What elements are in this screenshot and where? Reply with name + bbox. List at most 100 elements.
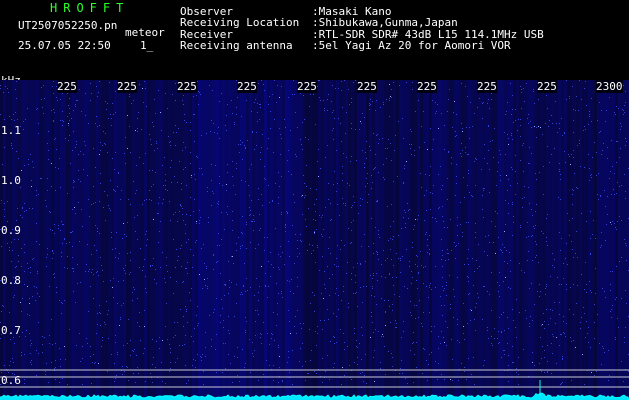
spectrogram-column bbox=[399, 80, 402, 400]
noise-speck bbox=[297, 310, 298, 311]
noise-speck bbox=[130, 260, 131, 261]
noise-speck bbox=[294, 94, 295, 95]
noise-speck bbox=[45, 374, 46, 375]
noise-speck bbox=[395, 135, 396, 136]
spectrogram-column bbox=[453, 80, 456, 400]
noise-speck bbox=[55, 167, 56, 168]
noise-speck bbox=[351, 123, 352, 124]
noise-speck bbox=[614, 112, 615, 113]
noise-speck bbox=[167, 190, 168, 191]
noise-speck bbox=[258, 314, 259, 315]
noise-speck bbox=[158, 242, 159, 243]
noise-speck bbox=[573, 340, 574, 341]
spectrogram-column bbox=[312, 80, 315, 400]
spectrogram-column bbox=[618, 80, 621, 400]
noise-speck bbox=[190, 249, 191, 250]
noise-speck bbox=[31, 180, 32, 181]
noise-speck bbox=[198, 323, 199, 324]
noise-speck bbox=[292, 94, 293, 95]
noise-speck bbox=[446, 295, 447, 296]
noise-speck bbox=[144, 200, 145, 201]
noise-speck bbox=[161, 130, 162, 131]
noise-speck bbox=[127, 343, 128, 344]
noise-speck bbox=[586, 292, 587, 293]
noise-speck bbox=[292, 225, 293, 226]
spectrogram-column bbox=[573, 80, 576, 400]
noise-speck bbox=[372, 182, 373, 183]
noise-speck bbox=[625, 138, 626, 139]
noise-speck bbox=[407, 288, 408, 289]
noise-speck bbox=[313, 219, 314, 220]
noise-speck bbox=[205, 285, 206, 286]
noise-speck bbox=[297, 127, 298, 128]
noise-speck bbox=[345, 203, 346, 204]
noise-speck bbox=[504, 350, 505, 351]
noise-speck bbox=[240, 144, 241, 145]
noise-speck bbox=[489, 169, 490, 170]
noise-speck bbox=[400, 368, 401, 369]
noise-speck bbox=[456, 164, 457, 165]
noise-speck bbox=[597, 194, 598, 195]
spectrogram-column bbox=[159, 80, 162, 400]
noise-speck bbox=[535, 173, 536, 174]
noise-speck bbox=[418, 215, 419, 216]
noise-speck bbox=[546, 237, 547, 238]
noise-speck bbox=[264, 250, 265, 251]
noise-speck bbox=[199, 274, 200, 275]
noise-speck bbox=[403, 331, 404, 332]
noise-speck bbox=[529, 147, 530, 148]
noise-speck bbox=[416, 255, 417, 256]
noise-speck bbox=[383, 336, 384, 337]
noise-speck bbox=[199, 220, 200, 221]
noise-speck bbox=[219, 176, 220, 177]
noise-speck bbox=[315, 124, 316, 125]
noise-speck bbox=[28, 159, 29, 160]
y-tick-0: 1.1 bbox=[1, 124, 21, 137]
noise-speck bbox=[584, 313, 585, 314]
spectrogram-column bbox=[294, 80, 297, 400]
noise-speck bbox=[483, 188, 484, 189]
noise-speck bbox=[612, 305, 613, 306]
noise-speck bbox=[50, 212, 51, 213]
noise-speck bbox=[327, 355, 328, 356]
noise-speck bbox=[232, 382, 233, 383]
noise-speck bbox=[56, 287, 57, 288]
noise-speck bbox=[392, 366, 393, 367]
noise-speck bbox=[588, 327, 589, 328]
noise-speck bbox=[70, 232, 71, 233]
noise-speck bbox=[482, 118, 483, 119]
noise-speck bbox=[21, 352, 22, 353]
noise-speck bbox=[626, 245, 627, 246]
noise-speck bbox=[281, 291, 282, 292]
noise-speck bbox=[245, 317, 246, 318]
noise-speck bbox=[552, 353, 553, 354]
noise-speck bbox=[586, 321, 587, 322]
noise-speck bbox=[185, 167, 186, 168]
noise-speck bbox=[130, 272, 131, 273]
noise-speck bbox=[385, 374, 386, 375]
noise-speck bbox=[122, 374, 123, 375]
noise-speck bbox=[445, 321, 446, 322]
noise-speck bbox=[625, 198, 626, 199]
noise-speck bbox=[268, 138, 269, 139]
spectrogram-column bbox=[606, 80, 609, 400]
noise-speck bbox=[198, 104, 199, 105]
noise-speck bbox=[365, 186, 366, 187]
noise-speck bbox=[216, 372, 217, 373]
noise-speck bbox=[170, 368, 171, 369]
noise-speck bbox=[330, 253, 331, 254]
noise-speck bbox=[302, 366, 303, 367]
spectrogram-column bbox=[129, 80, 132, 400]
noise-speck bbox=[135, 193, 136, 194]
noise-speck bbox=[322, 358, 323, 359]
noise-speck bbox=[591, 292, 592, 293]
noise-speck bbox=[1, 311, 2, 312]
noise-speck bbox=[115, 91, 116, 92]
x-tick-1: 225 bbox=[117, 80, 137, 93]
spectrogram-column bbox=[24, 80, 27, 400]
noise-speck bbox=[448, 259, 449, 260]
noise-speck bbox=[500, 249, 501, 250]
noise-speck bbox=[313, 250, 314, 251]
noise-speck bbox=[69, 135, 70, 136]
noise-speck bbox=[153, 219, 154, 220]
